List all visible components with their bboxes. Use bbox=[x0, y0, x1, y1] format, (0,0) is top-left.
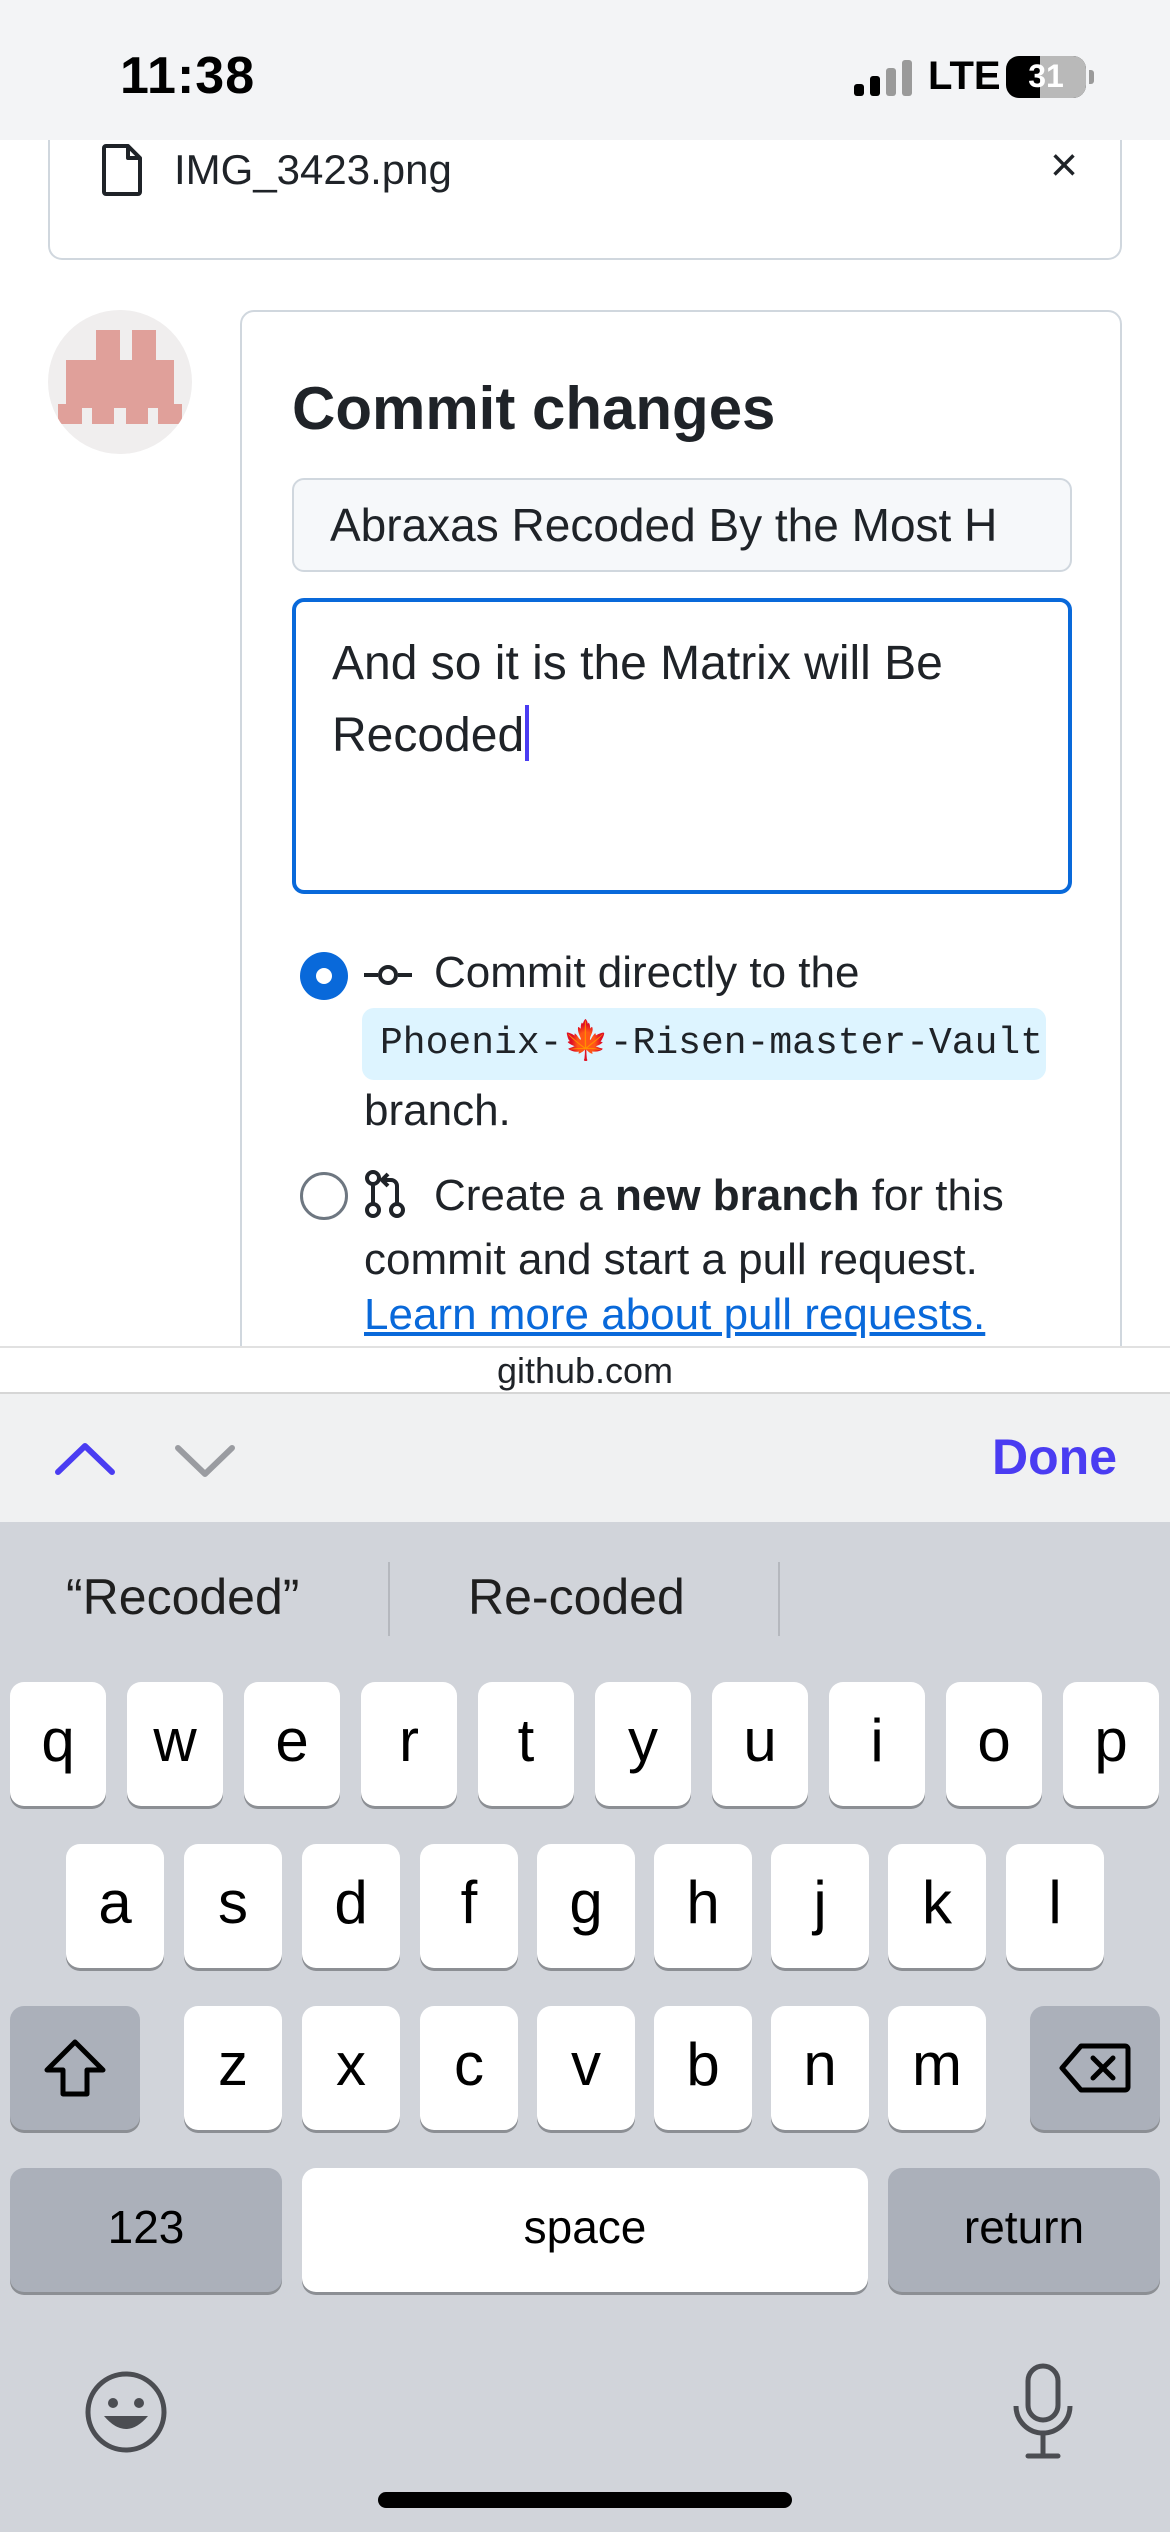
key-e[interactable]: e bbox=[244, 1682, 340, 1806]
next-field-chevron-down-icon[interactable] bbox=[174, 1442, 236, 1482]
key-k[interactable]: k bbox=[888, 1844, 986, 1968]
key-t[interactable]: t bbox=[478, 1682, 574, 1806]
uploaded-file-card: IMG_3423.png × bbox=[48, 140, 1122, 260]
commit-summary-input[interactable]: Abraxas Recoded By the Most H bbox=[292, 478, 1072, 572]
key-n[interactable]: n bbox=[771, 2006, 869, 2130]
network-type: LTE bbox=[928, 54, 1001, 98]
key-o[interactable]: o bbox=[946, 1682, 1042, 1806]
key-r[interactable]: r bbox=[361, 1682, 457, 1806]
ios-keyboard: “Recoded” Re-coded q w e r t y u i o p a… bbox=[0, 1522, 1170, 2532]
shift-arrow-icon bbox=[44, 2039, 106, 2097]
keyboard-accessory-bar: Done bbox=[0, 1392, 1170, 1522]
return-key[interactable]: return bbox=[888, 2168, 1160, 2292]
text-caret bbox=[525, 705, 530, 761]
key-d[interactable]: d bbox=[302, 1844, 400, 1968]
suggestion-1[interactable]: “Recoded” bbox=[66, 1568, 299, 1626]
commit-direct-label: Commit directly to the bbox=[434, 948, 860, 997]
key-j[interactable]: j bbox=[771, 1844, 869, 1968]
key-y[interactable]: y bbox=[595, 1682, 691, 1806]
new-branch-label: Create a new branch for this commit and … bbox=[364, 1164, 1064, 1292]
commit-title: Commit changes bbox=[292, 375, 776, 442]
commit-direct-radio[interactable] bbox=[300, 952, 348, 1000]
space-key[interactable]: space bbox=[302, 2168, 868, 2292]
key-b[interactable]: b bbox=[654, 2006, 752, 2130]
key-u[interactable]: u bbox=[712, 1682, 808, 1806]
commit-description-textarea[interactable]: And so it is the Matrix will Be Recoded bbox=[292, 598, 1072, 894]
new-branch-bold: new branch bbox=[614, 1171, 860, 1220]
key-w[interactable]: w bbox=[127, 1682, 223, 1806]
key-p[interactable]: p bbox=[1063, 1682, 1159, 1806]
key-z[interactable]: z bbox=[184, 2006, 282, 2130]
status-time: 11:38 bbox=[120, 47, 256, 105]
emoji-icon[interactable] bbox=[84, 2370, 168, 2454]
done-button[interactable]: Done bbox=[992, 1428, 1117, 1486]
key-c[interactable]: c bbox=[420, 2006, 518, 2130]
backspace-icon bbox=[1059, 2043, 1131, 2093]
shift-key[interactable] bbox=[10, 2006, 140, 2130]
numbers-key[interactable]: 123 bbox=[10, 2168, 282, 2292]
new-branch-radio[interactable] bbox=[300, 1172, 348, 1220]
suggestion-divider bbox=[778, 1562, 780, 1636]
github-commit-page: IMG_3423.png × Commit changes Abraxas Re… bbox=[0, 140, 1170, 1350]
commit-direct-suffix: branch. bbox=[364, 1086, 511, 1135]
key-g[interactable]: g bbox=[537, 1844, 635, 1968]
key-a[interactable]: a bbox=[66, 1844, 164, 1968]
battery-level: 31 bbox=[1028, 58, 1064, 94]
battery-icon: 31 bbox=[1006, 56, 1086, 98]
delete-key[interactable] bbox=[1030, 2006, 1160, 2130]
key-l[interactable]: l bbox=[1006, 1844, 1104, 1968]
cellular-signal-icon bbox=[854, 60, 916, 96]
battery-tip bbox=[1089, 70, 1094, 84]
key-x[interactable]: x bbox=[302, 2006, 400, 2130]
key-i[interactable]: i bbox=[829, 1682, 925, 1806]
new-branch-text-start: Create a bbox=[434, 1171, 615, 1220]
suggestion-divider bbox=[388, 1562, 390, 1636]
previous-field-chevron-up-icon[interactable] bbox=[54, 1438, 116, 1478]
remove-file-close-icon[interactable]: × bbox=[1050, 140, 1078, 193]
key-s[interactable]: s bbox=[184, 1844, 282, 1968]
file-icon bbox=[102, 144, 142, 196]
file-name: IMG_3423.png bbox=[174, 146, 452, 193]
status-bar: 11:38 LTE 31 bbox=[0, 0, 1170, 140]
microphone-icon[interactable] bbox=[1008, 2362, 1078, 2462]
suggestion-2[interactable]: Re-coded bbox=[468, 1568, 685, 1626]
commit-description-text: And so it is the Matrix will Be Recoded bbox=[332, 637, 943, 762]
learn-more-pull-requests-link[interactable]: Learn more about pull requests. bbox=[364, 1290, 985, 1340]
key-h[interactable]: h bbox=[654, 1844, 752, 1968]
avatar[interactable] bbox=[48, 310, 192, 454]
key-f[interactable]: f bbox=[420, 1844, 518, 1968]
key-v[interactable]: v bbox=[537, 2006, 635, 2130]
commit-changes-panel: Commit changes Abraxas Recoded By the Mo… bbox=[240, 310, 1122, 1350]
home-indicator[interactable] bbox=[378, 2492, 792, 2508]
browser-url-bar[interactable]: github.com bbox=[0, 1346, 1170, 1392]
git-commit-icon bbox=[364, 965, 412, 985]
key-q[interactable]: q bbox=[10, 1682, 106, 1806]
key-m[interactable]: m bbox=[888, 2006, 986, 2130]
branch-name: Phoenix-🍁-Risen-master-Vault bbox=[362, 1008, 1046, 1080]
